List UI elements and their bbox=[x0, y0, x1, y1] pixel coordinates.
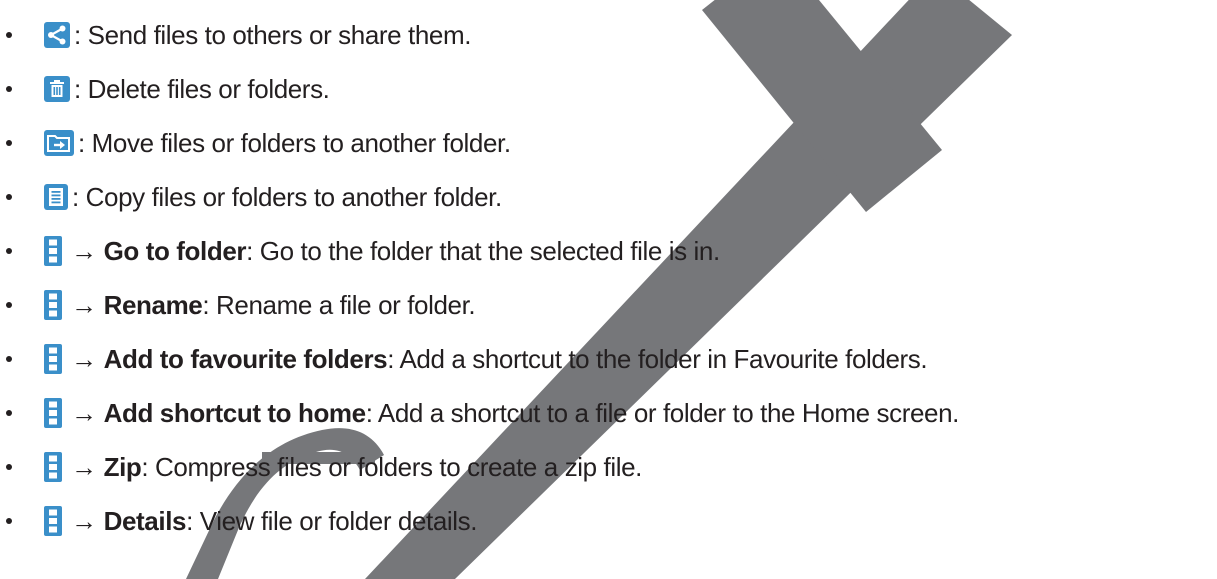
bullet-icon bbox=[6, 140, 12, 146]
list-item-2: : Delete files or folders. bbox=[0, 62, 1217, 116]
option-description: : Rename a file or folder. bbox=[202, 289, 476, 320]
share-icon bbox=[44, 22, 70, 48]
arrow: → bbox=[71, 451, 97, 482]
arrow: → bbox=[71, 397, 97, 428]
bullet-icon bbox=[6, 32, 12, 38]
option-description: : View file or folder details. bbox=[186, 505, 478, 536]
bullet-icon bbox=[6, 356, 12, 362]
option-name: Zip bbox=[103, 451, 142, 482]
bullet-icon bbox=[6, 248, 12, 254]
more-options-icon bbox=[44, 344, 62, 374]
option-description: : Add a shortcut to a file or folder to … bbox=[365, 397, 960, 428]
delete-icon bbox=[44, 76, 70, 102]
list-item-4: : Copy files or folders to another folde… bbox=[0, 170, 1217, 224]
list-item-7: → Add to favourite folders : Add a short… bbox=[0, 332, 1217, 386]
file-actions-list: : Send files to others or share them. : … bbox=[0, 0, 1217, 548]
option-description: : Copy files or folders to another folde… bbox=[72, 181, 502, 212]
more-options-icon bbox=[44, 398, 62, 428]
option-description: : Compress files or folders to create a … bbox=[141, 451, 643, 482]
option-description: : Delete files or folders. bbox=[74, 73, 330, 104]
more-options-icon bbox=[44, 290, 62, 320]
list-item-8: → Add shortcut to home : Add a shortcut … bbox=[0, 386, 1217, 440]
option-name: Add shortcut to home bbox=[103, 397, 366, 428]
option-name: Rename bbox=[103, 289, 203, 320]
more-options-icon bbox=[44, 452, 62, 482]
arrow: → bbox=[71, 505, 97, 536]
option-description: : Send files to others or share them. bbox=[74, 19, 472, 50]
more-options-icon bbox=[44, 236, 62, 266]
option-name: Details bbox=[103, 505, 187, 536]
list-item-9: → Zip : Compress files or folders to cre… bbox=[0, 440, 1217, 494]
option-description: : Add a shortcut to the folder in Favour… bbox=[387, 343, 928, 374]
arrow: → bbox=[71, 289, 97, 320]
bullet-icon bbox=[6, 86, 12, 92]
move-icon bbox=[44, 130, 74, 156]
option-description: : Move files or folders to another folde… bbox=[78, 127, 511, 158]
bullet-icon bbox=[6, 302, 12, 308]
arrow: → bbox=[71, 343, 97, 374]
option-name: Go to folder bbox=[103, 235, 247, 266]
list-item-6: → Rename : Rename a file or folder. bbox=[0, 278, 1217, 332]
bullet-icon bbox=[6, 410, 12, 416]
option-description: : Go to the folder that the selected fil… bbox=[246, 235, 720, 266]
option-name: Add to favourite folders bbox=[103, 343, 388, 374]
bullet-icon bbox=[6, 518, 12, 524]
list-item-10: → Details : View file or folder details. bbox=[0, 494, 1217, 548]
list-item-3: : Move files or folders to another folde… bbox=[0, 116, 1217, 170]
list-item-5: → Go to folder : Go to the folder that t… bbox=[0, 224, 1217, 278]
bullet-icon bbox=[6, 464, 12, 470]
copy-icon bbox=[44, 184, 68, 210]
list-item-1: : Send files to others or share them. bbox=[0, 8, 1217, 62]
more-options-icon bbox=[44, 506, 62, 536]
bullet-icon bbox=[6, 194, 12, 200]
arrow: → bbox=[71, 235, 97, 266]
